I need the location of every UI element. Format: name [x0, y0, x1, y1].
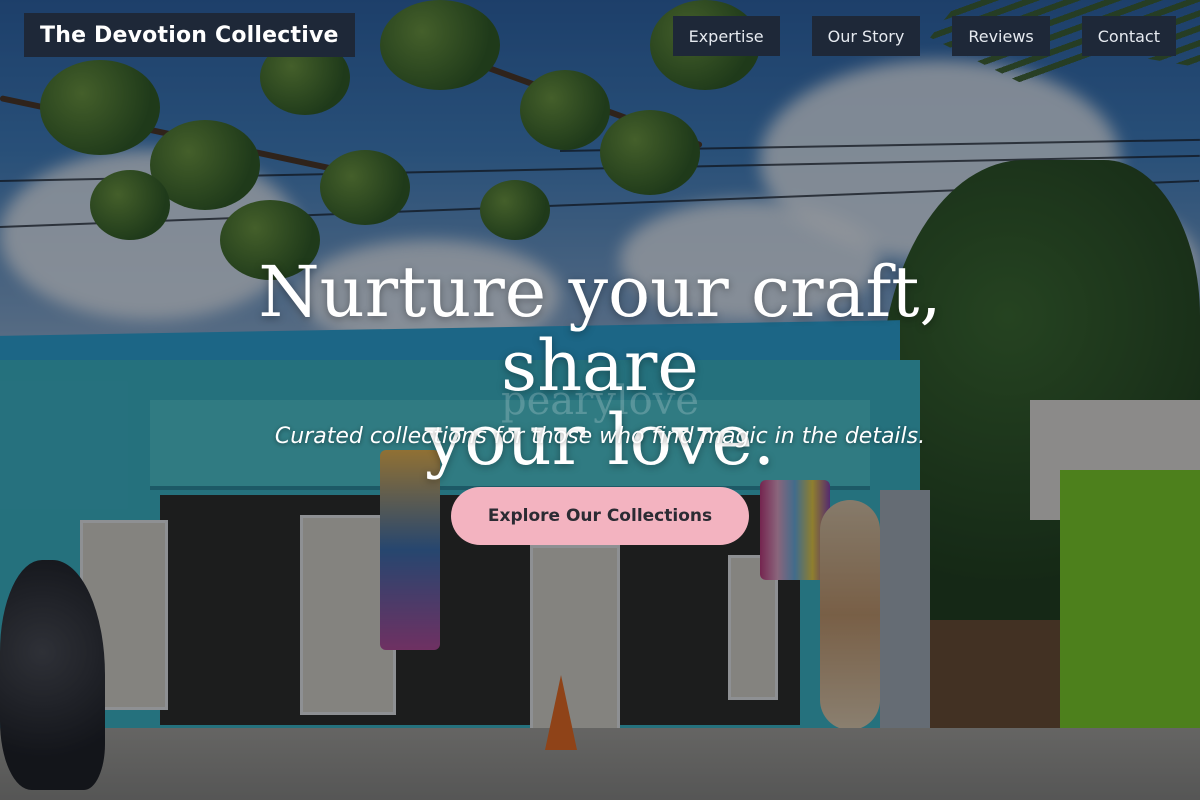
brand-logo[interactable]: The Devotion Collective — [24, 13, 355, 57]
explore-collections-button[interactable]: Explore Our Collections — [451, 487, 749, 545]
nav-our-story[interactable]: Our Story — [811, 16, 921, 56]
main-nav: Expertise Our Story Reviews Contact — [672, 16, 1176, 56]
hero-section: The Devotion Collective Expertise Our St… — [0, 0, 1200, 800]
nav-reviews[interactable]: Reviews — [952, 16, 1050, 56]
nav-expertise[interactable]: Expertise — [672, 16, 780, 56]
nav-contact[interactable]: Contact — [1081, 16, 1176, 56]
ghost-watermark-text: pearylove — [501, 378, 699, 424]
hero-subtitle: Curated collections for those who find m… — [274, 424, 926, 449]
